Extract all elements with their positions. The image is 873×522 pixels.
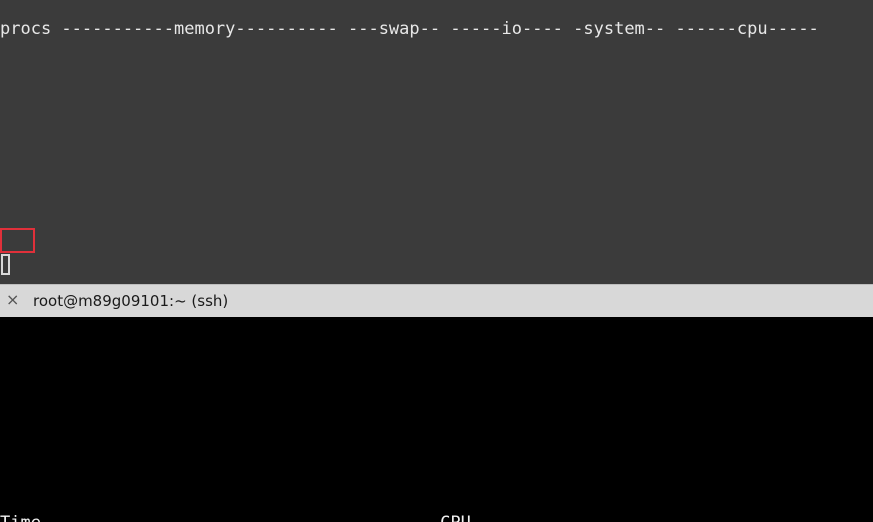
vmstat-section-header: procs -----------memory---------- ---swa… <box>0 19 819 39</box>
vmstat-pane[interactable]: 1300202872608869112877004320003680705805… <box>0 0 873 284</box>
highlight-box <box>0 228 35 253</box>
cpu-stats-header: Time -------------------------CPU-------… <box>0 511 716 522</box>
close-icon[interactable]: × <box>6 290 19 310</box>
tab-title[interactable]: root@m89g09101:~ (ssh) <box>33 292 228 310</box>
terminal-cursor <box>1 254 10 275</box>
cpu-stats-pane[interactable]: 09/12/19-17:29:454.470.990.000.000.055.5… <box>0 317 873 522</box>
terminal-tab-bar: × root@m89g09101:~ (ssh) <box>0 284 873 317</box>
